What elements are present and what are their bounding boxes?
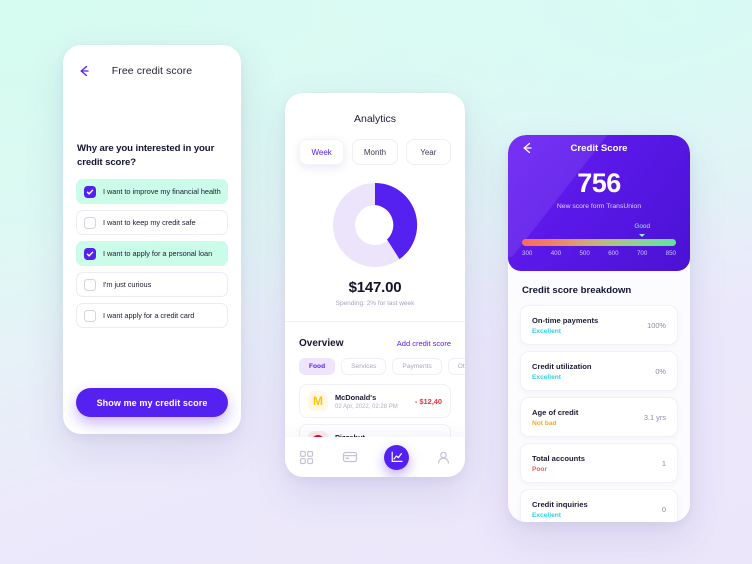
total-amount: $147.00: [348, 279, 402, 296]
mcdonalds-logo-icon: M: [308, 391, 328, 411]
breakdown-name: Total accounts: [532, 453, 586, 463]
chip-other[interactable]: Other: [447, 358, 465, 375]
amount-subtitle: Spending: 2% for last week: [335, 300, 415, 307]
breakdown-name: On-time payments: [532, 315, 599, 325]
checkbox-icon[interactable]: [84, 185, 96, 198]
period-segmented-control: Week Month Year: [285, 125, 465, 165]
credit-score-subtitle: New score form TransUnion: [556, 203, 642, 210]
chip-services[interactable]: Services: [341, 358, 387, 375]
gauge-bar: [522, 239, 676, 246]
breakdown-value: 3.1 yrs: [643, 412, 666, 422]
option-label: I want to improve my financial health: [103, 187, 221, 197]
status-badge: Excellent: [532, 327, 561, 335]
breakdown-name: Age of credit: [532, 407, 579, 417]
breakdown-title: Credit score breakdown: [522, 285, 632, 296]
option-label: I want apply for a credit card: [103, 311, 195, 321]
gauge-marker-label: Good: [634, 223, 650, 230]
gauge-tick: 500: [579, 250, 590, 257]
phone-credit-score: Credit Score 756 New score form TransUni…: [508, 135, 690, 522]
status-badge: Not bad: [532, 419, 557, 427]
gauge-tick: 400: [550, 250, 562, 257]
gauge-tick-labels: 300 400 500 600 700 850: [522, 250, 676, 257]
breakdown-value: 1: [661, 458, 666, 468]
breakdown-row[interactable]: Age of credit Not bad 3.1 yrs: [520, 397, 678, 437]
tab-month[interactable]: Month: [352, 139, 398, 165]
option-row[interactable]: I'm just curious: [76, 272, 228, 298]
option-row[interactable]: I want to improve my financial health: [76, 179, 228, 205]
category-chips: Food Services Payments Other: [285, 349, 465, 375]
breakdown-row[interactable]: Credit utilization Excellent 0%: [520, 351, 678, 391]
breakdown-name: Credit utilization: [532, 361, 592, 371]
gauge-tick: 300: [522, 250, 533, 257]
breakdown-row[interactable]: Credit inquiries Excellent 0: [520, 489, 678, 522]
option-row[interactable]: I want to apply for a personal loan: [76, 241, 228, 267]
overview-title: Overview: [299, 338, 344, 349]
transaction-amount: - $12,40: [414, 396, 442, 406]
breakdown-info: Credit inquiries Excellent: [532, 500, 654, 519]
add-credit-score-link[interactable]: Add credit score: [397, 339, 451, 348]
checkbox-icon[interactable]: [84, 309, 96, 322]
phone3-header: Credit Score: [508, 135, 690, 161]
chip-payments[interactable]: Payments: [392, 358, 442, 375]
breakdown-value: 0: [661, 504, 666, 514]
merchant-name: McDonald's: [335, 392, 377, 402]
breakdown-info: Total accounts Poor: [532, 454, 654, 473]
transaction-row[interactable]: M McDonald's 02 Apr, 2022, 02:28 PM - $1…: [299, 384, 451, 418]
gauge-marker: Good: [522, 215, 676, 233]
spending-donut-chart: [285, 179, 465, 271]
grid-icon[interactable]: [298, 448, 316, 466]
option-label: I want to keep my credit safe: [103, 218, 196, 228]
overview-header: Overview Add credit score: [285, 321, 465, 349]
transaction-info: McDonald's 02 Apr, 2022, 02:28 PM: [335, 393, 408, 410]
page-title: Credit Score: [570, 142, 628, 154]
option-label: I want to apply for a personal loan: [103, 249, 213, 259]
bottom-navigation: [285, 437, 465, 477]
phone-free-credit-score: Free credit score Why are you interested…: [63, 45, 241, 434]
option-label: I'm just curious: [103, 280, 152, 290]
breakdown-value: 100%: [647, 320, 666, 330]
page-title: Free credit score: [111, 65, 193, 77]
status-badge: Excellent: [532, 373, 561, 381]
breakdown-row[interactable]: Total accounts Poor 1: [520, 443, 678, 483]
chip-food[interactable]: Food: [299, 358, 336, 375]
screen-background: Free credit score Why are you interested…: [0, 0, 752, 564]
credit-score-value: 756: [577, 168, 621, 198]
person-icon[interactable]: [434, 448, 452, 466]
credit-score-gauge: Good 300 400 500 600 700 850: [522, 215, 676, 257]
credit-score-hero: Credit Score 756 New score form TransUni…: [508, 135, 690, 271]
card-icon[interactable]: [341, 448, 359, 466]
breakdown-info: On-time payments Excellent: [532, 316, 639, 335]
donut-svg: [333, 182, 418, 267]
gauge-tick: 850: [665, 250, 676, 257]
chart-icon[interactable]: [384, 444, 410, 470]
option-row[interactable]: I want to keep my credit safe: [76, 210, 228, 236]
show-credit-score-button[interactable]: Show me my credit score: [76, 388, 228, 417]
gauge-tick: 600: [608, 250, 619, 257]
gauge-caret-icon: [639, 234, 645, 237]
status-badge: Excellent: [532, 511, 561, 519]
checkbox-icon[interactable]: [84, 278, 96, 291]
phone-analytics: Analytics Week Month Year $147.00 Spendi…: [285, 93, 465, 477]
breakdown-row[interactable]: On-time payments Excellent 100%: [520, 305, 678, 345]
breakdown-info: Age of credit Not bad: [532, 408, 636, 427]
page-title: Analytics: [353, 113, 396, 125]
breakdown-list: On-time payments Excellent 100% Credit u…: [508, 296, 690, 522]
transaction-date: 02 Apr, 2022, 02:28 PM: [335, 403, 398, 410]
option-row[interactable]: I want apply for a credit card: [76, 303, 228, 329]
tab-year[interactable]: Year: [405, 139, 451, 165]
breakdown-info: Credit utilization Excellent: [532, 362, 647, 381]
status-badge: Poor: [532, 465, 548, 473]
question-heading: Why are you interested in your credit sc…: [77, 143, 215, 168]
back-arrow-icon[interactable]: [77, 64, 91, 78]
phone1-header: Free credit score: [63, 45, 241, 97]
checkbox-icon[interactable]: [84, 247, 96, 260]
breakdown-value: 0%: [655, 366, 666, 376]
tab-week[interactable]: Week: [299, 139, 345, 165]
checkbox-icon[interactable]: [84, 216, 96, 229]
back-arrow-icon[interactable]: [520, 141, 534, 155]
gauge-tick: 700: [636, 250, 648, 257]
breakdown-name: Credit inquiries: [532, 499, 588, 509]
options-list: I want to improve my financial health I …: [63, 169, 241, 329]
